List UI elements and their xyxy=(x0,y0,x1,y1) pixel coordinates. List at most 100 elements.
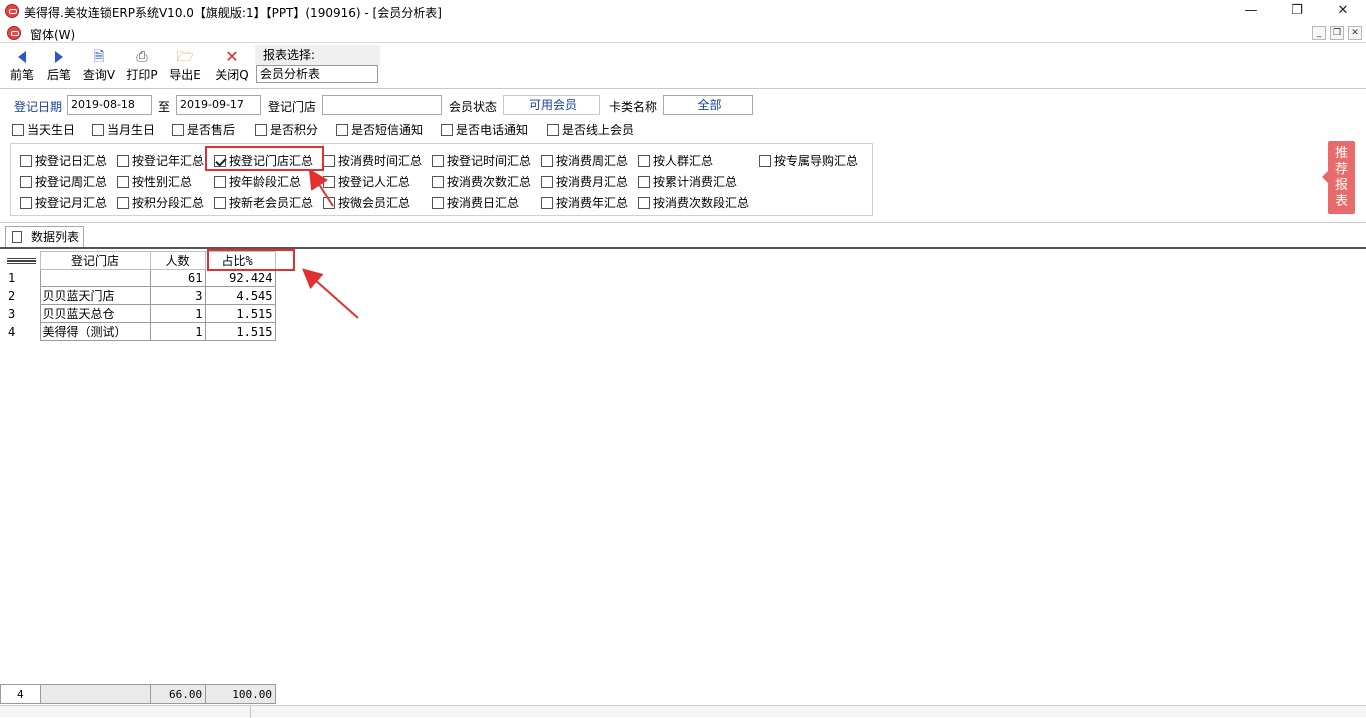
table-row[interactable]: 2 贝贝蓝天门店 3 4.545 xyxy=(3,286,276,305)
group-checkbox[interactable]: 按登记时间汇总 xyxy=(432,152,531,169)
tab-strip: 数据列表 xyxy=(0,222,1366,249)
prev-button[interactable]: 前笔 xyxy=(6,47,38,87)
mdi-minimize-button[interactable]: _ xyxy=(1312,26,1326,40)
printer-icon: ⎙ xyxy=(136,49,148,65)
print-button[interactable]: ⎙ 打印P xyxy=(124,47,160,87)
data-grid: 登记门店 人数 占比% 1 61 92.424 2 贝贝蓝天门店 3 4.545… xyxy=(0,247,1366,705)
document-icon xyxy=(12,231,22,243)
tab-data-list[interactable]: 数据列表 xyxy=(5,226,84,249)
row-number: 1 xyxy=(8,271,16,285)
group-checkbox[interactable]: 按消费时间汇总 xyxy=(323,152,422,169)
group-checkbox[interactable]: 按消费年汇总 xyxy=(541,194,628,211)
table-row[interactable]: 1 61 92.424 xyxy=(3,269,276,287)
row-number: 3 xyxy=(8,306,16,321)
store-cell[interactable]: 贝贝蓝天总仓 xyxy=(39,304,151,323)
card-type-label: 卡类名称 xyxy=(609,100,658,114)
close-window-button[interactable]: ✕ xyxy=(1320,0,1366,22)
group-checkbox[interactable]: 按微会员汇总 xyxy=(323,194,410,211)
close-x-icon: ✕ xyxy=(225,47,239,66)
card-type-select[interactable]: 全部 xyxy=(663,95,753,115)
option-checkbox[interactable]: 当天生日 xyxy=(12,121,75,138)
report-select-input[interactable]: 会员分析表 xyxy=(256,65,378,83)
percent-cell[interactable]: 92.424 xyxy=(204,269,276,287)
column-header-count[interactable]: 人数 xyxy=(149,251,206,270)
store-cell[interactable]: 美得得（测试） xyxy=(39,322,151,341)
totals-row: 4 66.00 100.00 xyxy=(0,684,276,704)
store-cell[interactable] xyxy=(39,269,151,287)
export-button[interactable]: 🗁 导出E xyxy=(167,47,203,87)
reg-date-label: 登记日期 xyxy=(14,100,63,114)
menu-bar: 窗体(W) _ ❐ ✕ xyxy=(0,24,1366,43)
close-button[interactable]: ✕ 关闭Q xyxy=(214,47,250,87)
recommend-report-button[interactable]: 推荐报表 xyxy=(1322,141,1355,214)
group-checkbox[interactable]: 按人群汇总 xyxy=(638,152,713,169)
group-checkbox[interactable]: 按性别汇总 xyxy=(117,173,192,190)
date-to-input[interactable]: 2019-09-17 xyxy=(176,95,261,115)
option-checkbox[interactable]: 当月生日 xyxy=(92,121,155,138)
mdi-restore-button[interactable]: ❐ xyxy=(1330,26,1344,40)
to-label: 至 xyxy=(158,100,171,114)
mdi-close-button[interactable]: ✕ xyxy=(1348,26,1362,40)
option-checkbox[interactable]: 是否积分 xyxy=(255,121,318,138)
group-checkbox[interactable]: 按积分段汇总 xyxy=(117,194,204,211)
column-header-store[interactable]: 登记门店 xyxy=(39,251,151,270)
group-checkbox[interactable]: 按专属导购汇总 xyxy=(759,152,858,169)
total-percent-cell: 100.00 xyxy=(205,684,276,704)
member-status-label: 会员状态 xyxy=(449,100,498,114)
date-from-input[interactable]: 2019-08-18 xyxy=(67,95,152,115)
member-status-select[interactable]: 可用会员 xyxy=(503,95,600,115)
group-checkbox[interactable]: 按消费日汇总 xyxy=(432,194,519,211)
export-folder-icon: 🗁 xyxy=(176,49,194,65)
total-store-cell xyxy=(39,684,152,704)
highlight-box-store xyxy=(205,146,324,171)
window-title: 美得得.美妆连锁ERP系统V10.0【旗舰版:1】【PPT】(190916) -… xyxy=(24,6,442,20)
group-checkbox[interactable]: 按登记日汇总 xyxy=(20,152,107,169)
toolbar: 前笔 后笔 🗎 查询V ⎙ 打印P 🗁 导出E ✕ 关闭Q xyxy=(0,43,1366,89)
group-checkbox[interactable]: 按年龄段汇总 xyxy=(214,173,301,190)
arrow-left-icon xyxy=(6,47,38,67)
highlight-box-percent xyxy=(207,249,295,271)
percent-cell[interactable]: 1.515 xyxy=(204,322,276,341)
percent-cell[interactable]: 4.545 xyxy=(204,286,276,305)
status-bar xyxy=(0,705,1366,718)
row-number: 4 xyxy=(8,324,16,339)
query-button[interactable]: 🗎 查询V xyxy=(81,47,117,87)
store-label: 登记门店 xyxy=(268,100,317,114)
restore-button[interactable]: ❐ xyxy=(1274,0,1320,22)
count-cell[interactable]: 61 xyxy=(149,269,206,287)
total-rows-cell: 4 xyxy=(0,684,41,704)
group-checkbox[interactable]: 按登记月汇总 xyxy=(20,194,107,211)
row-header-corner[interactable] xyxy=(3,251,40,270)
group-checkbox[interactable]: 按消费周汇总 xyxy=(541,152,628,169)
table-row[interactable]: 3 贝贝蓝天总仓 1 1.515 xyxy=(3,304,276,323)
table-row[interactable]: 4 美得得（测试） 1 1.515 xyxy=(3,322,276,341)
store-cell[interactable]: 贝贝蓝天门店 xyxy=(39,286,151,305)
group-checkbox[interactable]: 按登记年汇总 xyxy=(117,152,204,169)
menu-window[interactable]: 窗体(W) xyxy=(30,26,75,43)
group-checkbox[interactable]: 按消费次数汇总 xyxy=(432,173,531,190)
store-input[interactable] xyxy=(322,95,442,115)
row-number: 2 xyxy=(8,288,16,303)
group-checkbox[interactable]: 按新老会员汇总 xyxy=(214,194,313,211)
count-cell[interactable]: 1 xyxy=(149,322,206,341)
minimize-button[interactable]: — xyxy=(1228,0,1274,22)
group-checkbox[interactable]: 按登记人汇总 xyxy=(323,173,410,190)
group-checkbox[interactable]: 按累计消费汇总 xyxy=(638,173,737,190)
option-checkbox[interactable]: 是否售后 xyxy=(172,121,235,138)
document-search-icon: 🗎 xyxy=(93,49,105,65)
arrow-right-icon xyxy=(43,47,75,67)
app-icon xyxy=(5,4,19,18)
count-cell[interactable]: 3 xyxy=(149,286,206,305)
window-menu-icon xyxy=(7,26,21,40)
total-count-cell: 66.00 xyxy=(150,684,207,704)
percent-cell[interactable]: 1.515 xyxy=(204,304,276,323)
report-select-label: 报表选择: xyxy=(263,48,316,62)
option-checkbox[interactable]: 是否短信通知 xyxy=(336,121,423,138)
option-checkbox[interactable]: 是否线上会员 xyxy=(547,121,634,138)
option-checkbox[interactable]: 是否电话通知 xyxy=(441,121,528,138)
count-cell[interactable]: 1 xyxy=(149,304,206,323)
group-checkbox[interactable]: 按消费次数段汇总 xyxy=(638,194,749,211)
group-checkbox[interactable]: 按登记周汇总 xyxy=(20,173,107,190)
group-checkbox[interactable]: 按消费月汇总 xyxy=(541,173,628,190)
next-button[interactable]: 后笔 xyxy=(43,47,75,87)
